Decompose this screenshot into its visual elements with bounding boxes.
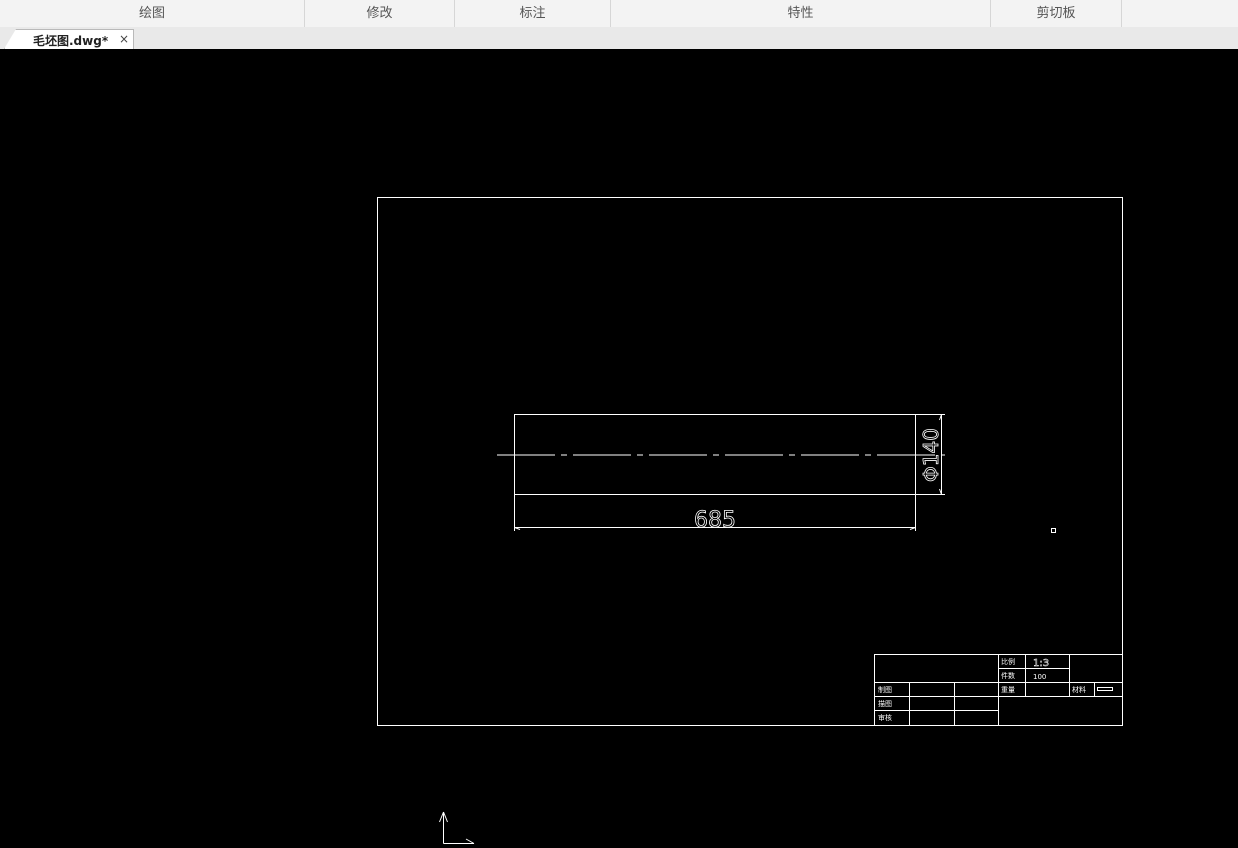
- drawing-frame: [377, 197, 1123, 726]
- ribbon-group-annotate[interactable]: 标注: [455, 0, 611, 27]
- document-tab-title: 毛坯图.dwg*: [33, 34, 109, 48]
- document-tab-bar: 毛坯图.dwg* ×: [0, 27, 1238, 50]
- drawn-by-label: 制图: [878, 685, 892, 694]
- ucs-axis-icon: [439, 811, 475, 844]
- drawing-canvas[interactable]: 685 Φ140 比例 1:3 件数 100 重量 材料 制图 描图 审核: [0, 49, 1238, 844]
- length-dimension-text: 685: [694, 508, 736, 533]
- scale-value: 1:3: [1033, 658, 1049, 669]
- document-tab[interactable]: 毛坯图.dwg* ×: [4, 29, 134, 49]
- material-label: 材料: [1072, 685, 1086, 694]
- model-space: 685 Φ140 比例 1:3 件数 100 重量 材料 制图 描图 审核: [377, 197, 1123, 844]
- pickbox-cursor: [1051, 528, 1056, 533]
- ribbon-group-modify[interactable]: 修改: [305, 0, 455, 27]
- weight-label: 重量: [1001, 686, 1015, 694]
- traced-by-label: 描图: [878, 699, 892, 708]
- ribbon-group-properties[interactable]: 特性: [611, 0, 991, 27]
- diameter-dimension-text: Φ140: [919, 428, 943, 482]
- scale-label: 比例: [1001, 657, 1015, 666]
- quantity-label: 件数: [1001, 671, 1015, 680]
- ribbon-group-draw[interactable]: 绘图: [0, 0, 305, 27]
- ribbon-bar: 绘图 修改 标注 特性 剪切板: [0, 0, 1238, 28]
- ribbon-group-clipboard[interactable]: 剪切板: [991, 0, 1122, 27]
- close-icon[interactable]: ×: [119, 32, 129, 46]
- checked-by-label: 审核: [878, 713, 892, 722]
- quantity-value: 100: [1033, 673, 1046, 681]
